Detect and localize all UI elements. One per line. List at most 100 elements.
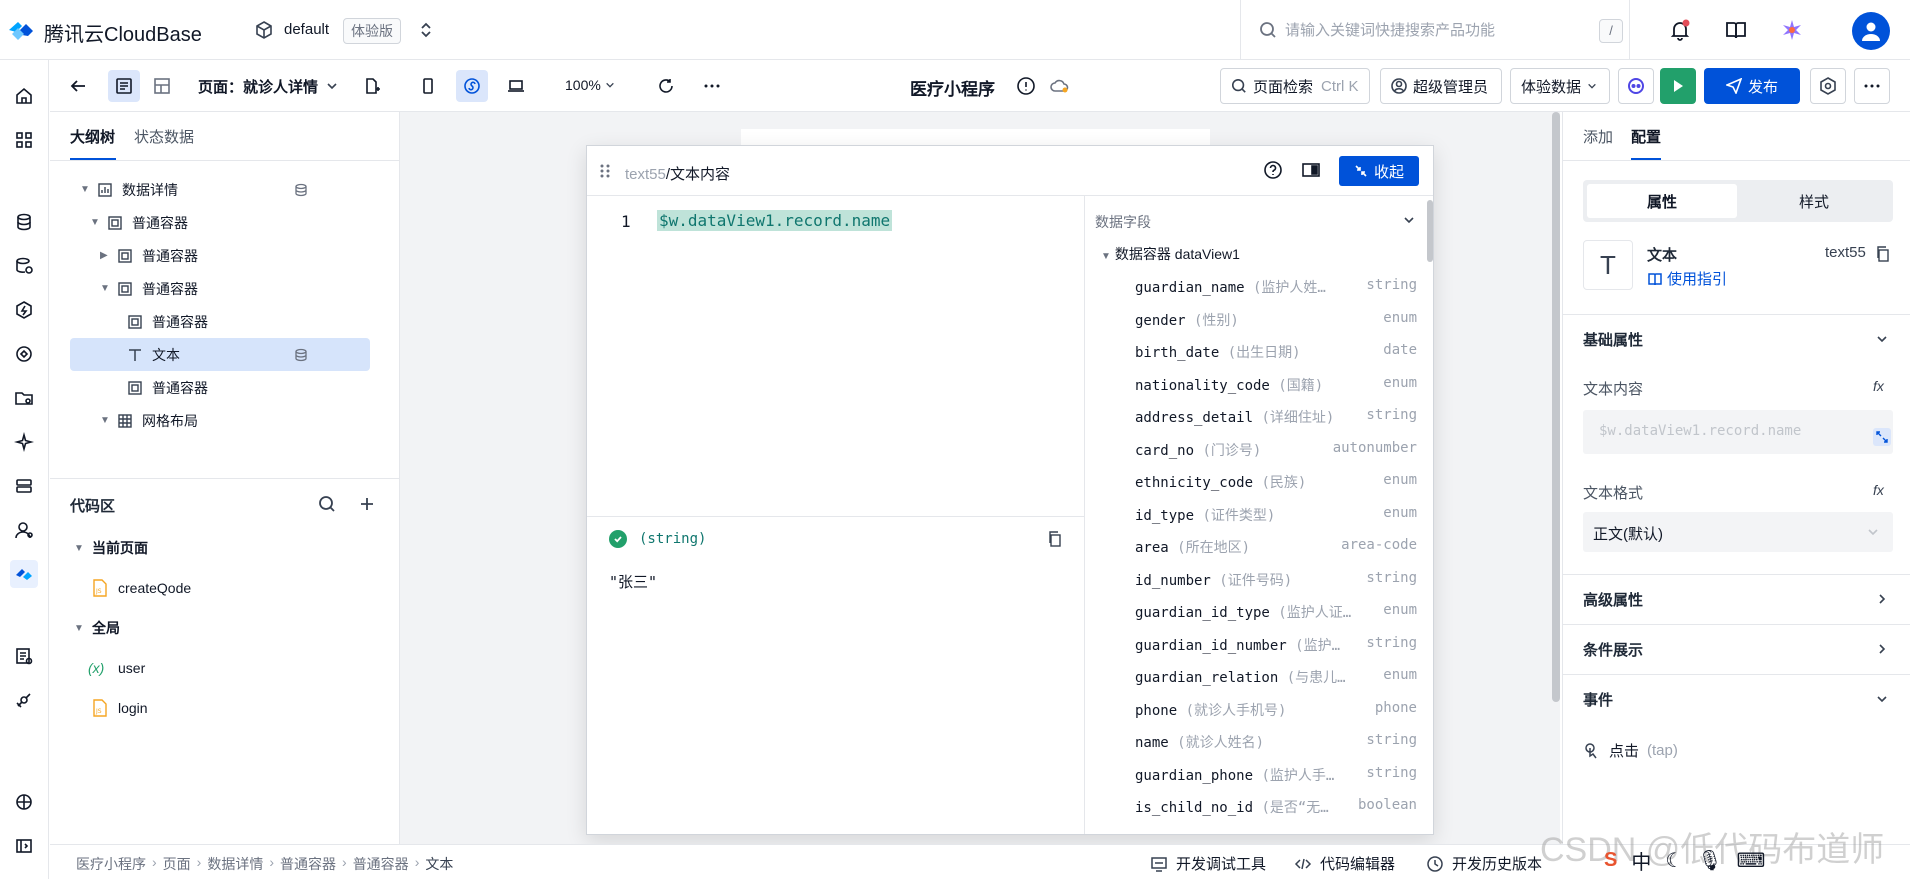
- data-model-icon[interactable]: [10, 252, 38, 280]
- publish-button[interactable]: 发布: [1704, 68, 1800, 104]
- event-tap[interactable]: 点击 (tap): [1583, 740, 1678, 761]
- data-mode-select[interactable]: 体验数据: [1510, 68, 1610, 104]
- user-manage-icon[interactable]: [10, 516, 38, 544]
- back-arrow-icon[interactable]: [62, 70, 94, 102]
- text-format-select[interactable]: 正文(默认): [1583, 512, 1893, 552]
- breadcrumb-item[interactable]: 普通容器: [280, 854, 336, 874]
- expand-editor-icon[interactable]: [1873, 428, 1891, 446]
- breadcrumb-item[interactable]: 页面: [163, 854, 191, 874]
- collapse-button[interactable]: 收起: [1339, 156, 1419, 186]
- breadcrumb-item[interactable]: 医疗小程序: [76, 854, 146, 874]
- group-toggle-icon[interactable]: ▼: [70, 543, 92, 554]
- extension-icon[interactable]: [10, 788, 38, 816]
- copy-icon[interactable]: [1875, 246, 1891, 262]
- cloud-sync-icon[interactable]: [1044, 70, 1076, 102]
- tree-toggle-icon[interactable]: ▼: [80, 184, 92, 195]
- folder-icon[interactable]: [10, 384, 38, 412]
- apps-icon[interactable]: [10, 126, 38, 154]
- tree-toggle-icon[interactable]: ▶: [100, 250, 112, 261]
- segment-props[interactable]: 属性: [1587, 184, 1737, 218]
- breadcrumb-item[interactable]: 普通容器: [353, 854, 409, 874]
- book-icon[interactable]: [1724, 18, 1748, 42]
- data-field-item[interactable]: id_type (证件类型) enum: [1135, 505, 1417, 537]
- data-field-item[interactable]: guardian_relation (与患儿… enum: [1135, 667, 1417, 699]
- tree-node[interactable]: ▼ 数据详情: [70, 173, 370, 206]
- code-editor-button[interactable]: 代码编辑器: [1294, 853, 1395, 874]
- add-page-icon[interactable]: [356, 70, 388, 102]
- code-line[interactable]: $w.dataView1.record.name: [657, 210, 893, 231]
- tree-node[interactable]: 普通容器: [70, 371, 370, 404]
- role-select[interactable]: 超级管理员: [1380, 68, 1502, 104]
- data-field-item[interactable]: address_detail (详细住址) string: [1135, 407, 1417, 439]
- info-icon[interactable]: [1010, 70, 1042, 102]
- code-group[interactable]: ▼ 全局: [70, 608, 370, 648]
- data-field-item[interactable]: card_no (门诊号) autonumber: [1135, 440, 1417, 472]
- miniprogram-view-icon[interactable]: [456, 70, 488, 102]
- fx-icon[interactable]: fx: [1873, 482, 1884, 498]
- section-condition[interactable]: 条件展示: [1563, 624, 1910, 674]
- data-field-item[interactable]: nationality_code (国籍) enum: [1135, 375, 1417, 407]
- search-input[interactable]: [1285, 18, 1585, 42]
- tab-config[interactable]: 配置: [1631, 126, 1661, 147]
- section-events[interactable]: 事件: [1563, 674, 1910, 724]
- group-toggle-icon[interactable]: ▼: [70, 623, 92, 634]
- code-input[interactable]: 1 $w.dataView1.record.name: [587, 196, 1084, 516]
- data-field-item[interactable]: phone (就诊人手机号) phone: [1135, 700, 1417, 732]
- page-list-icon[interactable]: [108, 70, 140, 102]
- data-field-item[interactable]: birth_date (出生日期) date: [1135, 342, 1417, 374]
- data-field-item[interactable]: guardian_id_number (监护… string: [1135, 635, 1417, 667]
- debug-tool-button[interactable]: 开发调试工具: [1150, 853, 1266, 874]
- segment-style[interactable]: 样式: [1739, 184, 1889, 218]
- keyboard-icon[interactable]: ⌨: [1737, 848, 1766, 873]
- text-content-input[interactable]: $w.dataView1.record.name: [1583, 410, 1893, 454]
- env-switch-icon[interactable]: [418, 20, 434, 40]
- fx-icon[interactable]: fx: [1873, 378, 1884, 394]
- fields-scrollbar[interactable]: [1427, 200, 1433, 262]
- code-item[interactable]: JS login: [70, 688, 370, 728]
- collapse-nav-icon[interactable]: [10, 832, 38, 860]
- ai-code-icon[interactable]: [1618, 68, 1654, 104]
- code-item[interactable]: (x) user: [70, 648, 370, 688]
- settings-icon[interactable]: [1810, 68, 1846, 104]
- ime-indicator[interactable]: 中: [1631, 846, 1651, 875]
- zoom-select[interactable]: 100%: [565, 77, 615, 93]
- mobile-view-icon[interactable]: [412, 70, 444, 102]
- tree-toggle-icon[interactable]: ▼: [90, 217, 102, 228]
- cloudbase-logo-icon[interactable]: [6, 14, 36, 44]
- more-menu-icon[interactable]: [1854, 68, 1890, 104]
- brand-name[interactable]: 腾讯云CloudBase: [44, 18, 202, 47]
- mic-icon[interactable]: 🎙: [1697, 848, 1722, 873]
- breadcrumb-item[interactable]: 数据详情: [207, 854, 263, 874]
- code-group[interactable]: ▼ 当前页面: [70, 528, 370, 568]
- data-field-item[interactable]: gender (性别) enum: [1135, 310, 1417, 342]
- sogou-icon[interactable]: S: [1604, 849, 1617, 872]
- search-icon[interactable]: [318, 495, 336, 513]
- data-field-item[interactable]: guardian_phone (监护人手… string: [1135, 765, 1417, 797]
- tree-node[interactable]: ▶ 普通容器: [70, 239, 370, 272]
- tree-node[interactable]: ▼ 普通容器: [70, 206, 370, 239]
- fields-root-node[interactable]: ▼ 数据容器 dataView1: [1101, 244, 1240, 264]
- database-icon[interactable]: [10, 208, 38, 236]
- code-item[interactable]: JS createQode: [70, 568, 370, 608]
- page-selector[interactable]: 页面：就诊人详情: [198, 76, 338, 97]
- copy-icon[interactable]: [1047, 531, 1063, 547]
- page-search-button[interactable]: 页面检索 Ctrl K: [1220, 68, 1370, 104]
- preview-run-button[interactable]: [1660, 68, 1696, 104]
- data-field-item[interactable]: name (就诊人姓名) string: [1135, 732, 1417, 764]
- lowcode-editor-icon[interactable]: [10, 560, 38, 588]
- toggle-panel-icon[interactable]: [1301, 160, 1321, 180]
- workflow-icon[interactable]: [10, 340, 38, 368]
- function-icon[interactable]: [10, 296, 38, 324]
- canvas-scrollbar[interactable]: [1552, 112, 1560, 702]
- tree-node[interactable]: 文本: [70, 338, 370, 371]
- tree-node[interactable]: ▼ 普通容器: [70, 272, 370, 305]
- storage-icon[interactable]: [10, 472, 38, 500]
- sparkle-icon[interactable]: [10, 428, 38, 456]
- data-field-item[interactable]: guardian_name (监护人姓… string: [1135, 277, 1417, 309]
- ai-assistant-icon[interactable]: [1780, 18, 1804, 42]
- help-icon[interactable]: [1263, 160, 1283, 180]
- data-field-item[interactable]: id_number (证件号码) string: [1135, 570, 1417, 602]
- section-advanced[interactable]: 高级属性: [1563, 574, 1910, 624]
- layout-icon[interactable]: [146, 70, 178, 102]
- tab-add[interactable]: 添加: [1583, 126, 1613, 147]
